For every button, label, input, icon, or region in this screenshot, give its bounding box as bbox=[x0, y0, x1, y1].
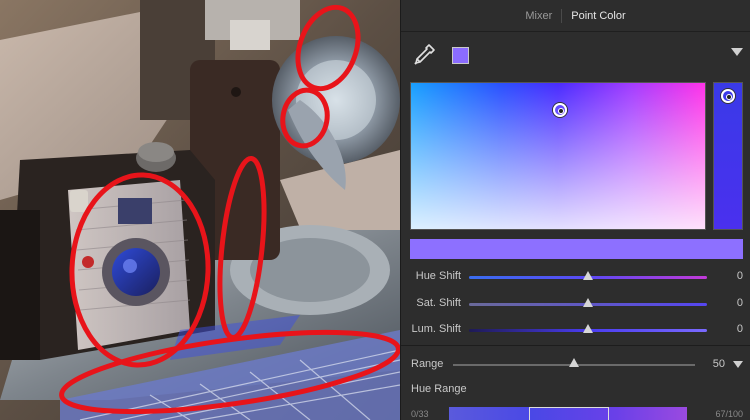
selected-color-swatch[interactable] bbox=[452, 47, 469, 64]
section-divider bbox=[401, 345, 750, 346]
hue-range-control: 0/33 67/100 bbox=[401, 405, 750, 420]
color-field[interactable] bbox=[410, 82, 706, 230]
hue-shift-label: Hue Shift bbox=[415, 270, 461, 282]
photo-canvas[interactable] bbox=[0, 0, 400, 420]
hue-range-title: Hue Range bbox=[411, 383, 467, 395]
hue-range-bar[interactable] bbox=[449, 407, 687, 420]
sat-shift-slider: Sat. Shift 0 bbox=[401, 295, 750, 313]
sat-shift-thumb[interactable] bbox=[583, 298, 593, 307]
sat-shift-track[interactable] bbox=[469, 298, 707, 307]
color-preview-bar bbox=[410, 239, 743, 259]
panel-tabs: Mixer Point Color bbox=[401, 0, 750, 32]
range-label: Range bbox=[411, 358, 444, 370]
hue-strip[interactable] bbox=[713, 82, 743, 230]
hue-shift-slider: Hue Shift 0 bbox=[401, 268, 750, 286]
sat-shift-value[interactable]: 0 bbox=[737, 297, 743, 309]
tab-point-color[interactable]: Point Color bbox=[562, 10, 634, 22]
caret-down-icon[interactable] bbox=[731, 48, 743, 56]
hue-shift-thumb[interactable] bbox=[583, 271, 593, 280]
hue-range-left-value: 0/33 bbox=[411, 409, 429, 419]
hue-shift-value[interactable]: 0 bbox=[737, 270, 743, 282]
lum-shift-value[interactable]: 0 bbox=[737, 323, 743, 335]
photo-image bbox=[0, 0, 400, 420]
color-picker-row bbox=[411, 40, 743, 70]
range-track[interactable] bbox=[453, 358, 695, 367]
point-color-panel: Mixer Point Color Hue Shift 0 Sat. Shift… bbox=[400, 0, 750, 420]
range-slider: Range 50 bbox=[401, 357, 750, 373]
tab-mixer[interactable]: Mixer bbox=[516, 10, 561, 22]
lum-shift-track[interactable] bbox=[469, 324, 707, 333]
hue-strip-target[interactable] bbox=[721, 89, 735, 103]
hue-range-selection-box[interactable] bbox=[529, 407, 609, 420]
lum-shift-thumb[interactable] bbox=[583, 324, 593, 333]
color-field-target[interactable] bbox=[553, 103, 567, 117]
eyedropper-icon[interactable] bbox=[411, 42, 437, 68]
hue-shift-track[interactable] bbox=[469, 271, 707, 280]
lum-shift-slider: Lum. Shift 0 bbox=[401, 321, 750, 339]
lum-shift-label: Lum. Shift bbox=[411, 323, 461, 335]
range-caret-down-icon[interactable] bbox=[733, 361, 743, 368]
hue-range-right-value: 67/100 bbox=[715, 409, 743, 419]
range-thumb[interactable] bbox=[569, 358, 579, 367]
range-value[interactable]: 50 bbox=[713, 358, 725, 370]
sat-shift-label: Sat. Shift bbox=[416, 297, 461, 309]
